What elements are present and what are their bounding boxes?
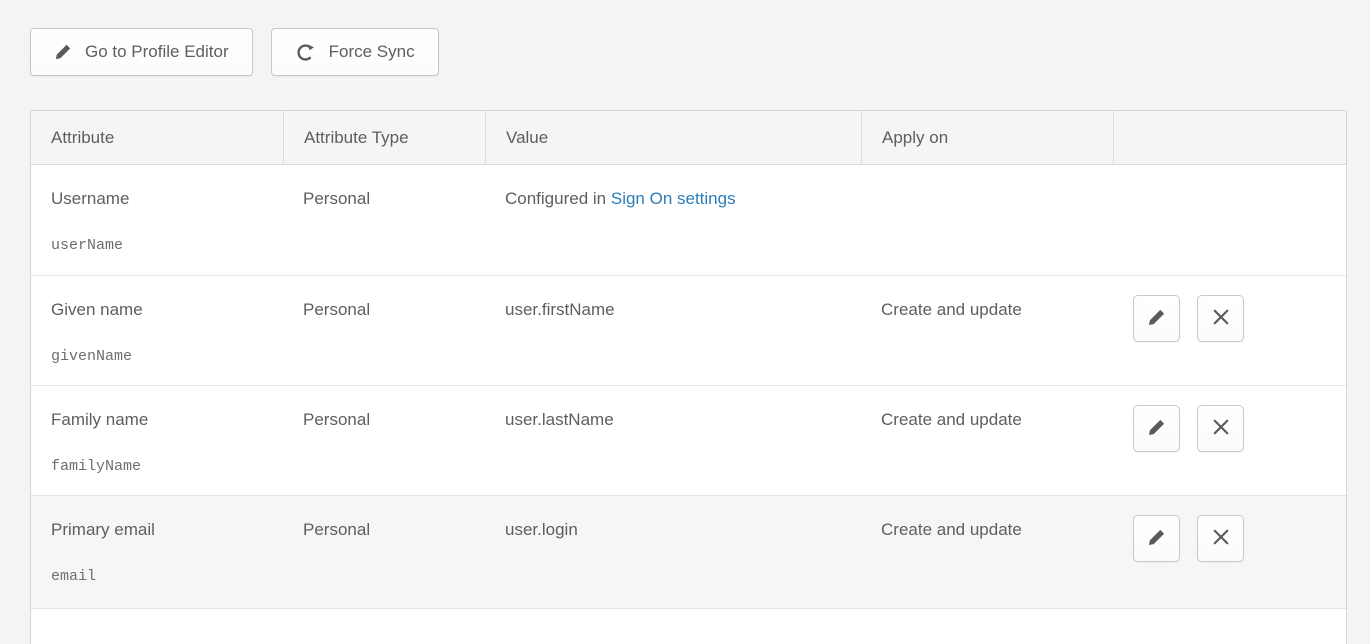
attribute-type-cell: Personal <box>283 165 485 275</box>
table-row-primary-email: Primary email email Personal user.login … <box>31 495 1346 608</box>
attribute-variable-name: familyName <box>51 458 273 475</box>
x-icon <box>1211 307 1231 330</box>
edit-attribute-button[interactable] <box>1133 515 1180 562</box>
refresh-icon <box>295 42 316 63</box>
pencil-icon <box>1147 308 1166 330</box>
attribute-label: Primary email <box>51 520 273 540</box>
actions-cell <box>1113 496 1346 608</box>
attribute-type-value: Personal <box>303 189 370 208</box>
apply-on-value: Create and update <box>881 520 1022 539</box>
apply-on-cell: Create and update <box>861 386 1113 495</box>
attribute-label: Family name <box>51 410 273 430</box>
edit-attribute-button[interactable] <box>1133 295 1180 342</box>
remove-attribute-button[interactable] <box>1197 295 1244 342</box>
pencil-icon <box>1147 418 1166 440</box>
x-icon <box>1211 417 1231 440</box>
value-text: user.lastName <box>505 410 614 429</box>
apply-on-cell: Create and update <box>861 276 1113 385</box>
value-text: user.firstName <box>505 300 615 319</box>
column-header-apply-on: Apply on <box>861 111 1113 164</box>
value-cell: Configured in Sign On settings <box>485 165 861 275</box>
attribute-cell: Username userName <box>31 165 283 275</box>
attribute-cell: Given name givenName <box>31 276 283 385</box>
attribute-cell: Family name familyName <box>31 386 283 495</box>
column-header-attribute: Attribute <box>31 111 283 164</box>
force-sync-label: Force Sync <box>329 42 415 62</box>
value-text: user.login <box>505 520 578 539</box>
attribute-type-value: Personal <box>303 300 370 319</box>
remove-attribute-button[interactable] <box>1197 515 1244 562</box>
x-icon <box>1211 527 1231 550</box>
attribute-type-value: Personal <box>303 520 370 539</box>
table-row-partial <box>31 608 1346 644</box>
attribute-variable-name: email <box>51 568 273 585</box>
attribute-variable-name: userName <box>51 237 273 254</box>
remove-attribute-button[interactable] <box>1197 405 1244 452</box>
attribute-variable-name: givenName <box>51 348 273 365</box>
apply-on-cell: Create and update <box>861 496 1113 608</box>
attribute-type-cell: Personal <box>283 386 485 495</box>
go-to-profile-editor-label: Go to Profile Editor <box>85 42 229 62</box>
apply-on-value: Create and update <box>881 300 1022 319</box>
pencil-icon <box>1147 528 1166 550</box>
actions-cell <box>1113 276 1346 385</box>
table-row-given-name: Given name givenName Personal user.first… <box>31 275 1346 385</box>
value-cell: user.firstName <box>485 276 861 385</box>
attribute-cell: Primary email email <box>31 496 283 608</box>
attribute-label: Username <box>51 189 273 209</box>
table-header-row: Attribute Attribute Type Value Apply on <box>31 111 1346 165</box>
attribute-type-cell: Personal <box>283 276 485 385</box>
value-text: Configured in <box>505 189 606 208</box>
apply-on-value: Create and update <box>881 410 1022 429</box>
attribute-type-value: Personal <box>303 410 370 429</box>
toolbar: Go to Profile Editor Force Sync <box>30 28 1370 76</box>
column-header-value: Value <box>485 111 861 164</box>
attribute-label: Given name <box>51 300 273 320</box>
table-row-family-name: Family name familyName Personal user.las… <box>31 385 1346 495</box>
value-cell: user.lastName <box>485 386 861 495</box>
edit-attribute-button[interactable] <box>1133 405 1180 452</box>
table-row-username: Username userName Personal Configured in… <box>31 165 1346 275</box>
pencil-icon <box>54 43 72 61</box>
go-to-profile-editor-button[interactable]: Go to Profile Editor <box>30 28 253 76</box>
apply-on-cell <box>861 165 1113 275</box>
actions-cell <box>1113 165 1346 275</box>
column-header-attribute-type: Attribute Type <box>283 111 485 164</box>
actions-cell <box>1113 386 1346 495</box>
attribute-type-cell: Personal <box>283 496 485 608</box>
attribute-mappings-page: Go to Profile Editor Force Sync Attribut… <box>0 0 1370 644</box>
attribute-mappings-table: Attribute Attribute Type Value Apply on … <box>30 110 1347 644</box>
column-header-actions <box>1113 111 1346 164</box>
value-cell: user.login <box>485 496 861 608</box>
sign-on-settings-link[interactable]: Sign On settings <box>611 189 736 208</box>
force-sync-button[interactable]: Force Sync <box>271 28 439 76</box>
